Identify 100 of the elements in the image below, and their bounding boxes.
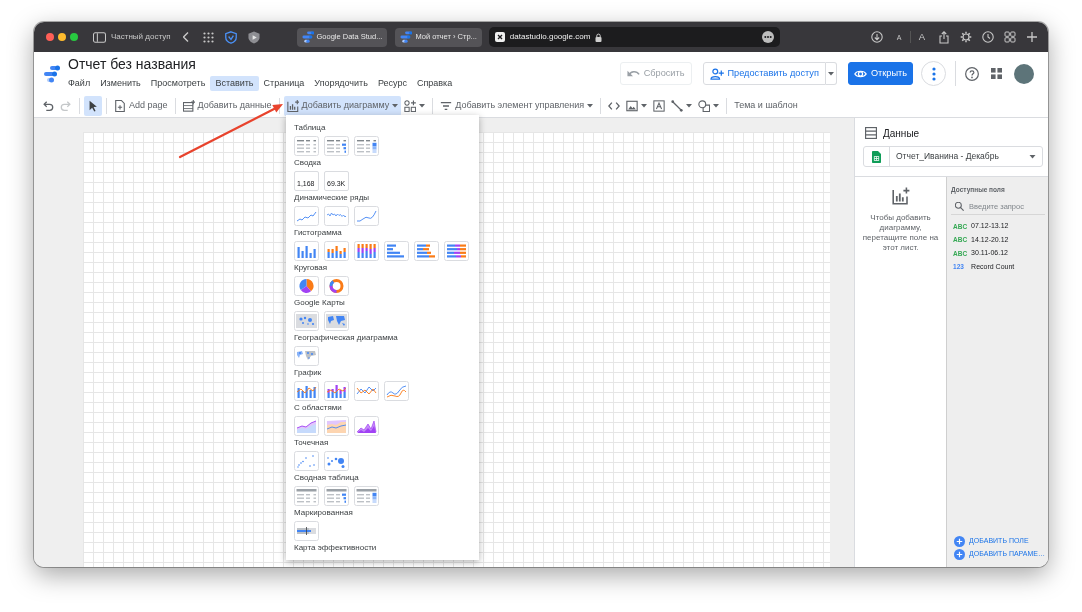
smooth-line-chart-icon[interactable]	[384, 381, 409, 401]
add-control-button[interactable]: Добавить элемент управления	[437, 96, 597, 116]
back-icon[interactable]	[182, 32, 189, 42]
close-button[interactable]	[46, 33, 54, 41]
avatar-placeholder[interactable]	[1014, 63, 1034, 84]
share-button[interactable]: Предоставить доступ	[702, 62, 826, 85]
menu-item[interactable]: Файл	[63, 76, 96, 91]
filled-map-icon[interactable]	[324, 311, 349, 331]
theme-button[interactable]: Тема и шаблон	[731, 96, 801, 116]
chart-add-icon	[891, 187, 910, 205]
line-icon	[671, 100, 684, 112]
more-vert-icon	[931, 66, 936, 81]
empty-canvas-hint: Чтобы добавить диаграмму, перетащите поле на этот лист.	[861, 213, 940, 253]
text-box-icon	[653, 100, 666, 112]
caret-icon	[713, 104, 720, 108]
caret-icon	[587, 104, 594, 108]
plus-icon[interactable]	[1026, 31, 1038, 43]
tabs-grid-icon[interactable]	[1004, 31, 1016, 43]
help-icon[interactable]	[965, 66, 979, 81]
stacked-column-chart-icon[interactable]	[324, 241, 349, 261]
stacked-area-chart-icon[interactable]	[324, 416, 349, 436]
world-map-icon[interactable]	[294, 346, 319, 366]
sidebar-icon[interactable]	[93, 31, 106, 43]
pivot-table-bars-icon[interactable]	[324, 486, 349, 506]
menu-item[interactable]: Страница	[258, 76, 310, 91]
menu-item[interactable]: Просмотреть	[145, 76, 211, 91]
bubble-chart-icon[interactable]	[324, 451, 349, 471]
menu-item[interactable]: Упорядочить	[309, 76, 373, 91]
person-add-icon	[709, 67, 724, 80]
area-chart-icon[interactable]	[294, 416, 319, 436]
bullet-chart-icon[interactable]	[294, 521, 319, 541]
search-icon	[955, 201, 965, 211]
caret-icon	[1029, 154, 1036, 159]
menu-item[interactable]: Изменить	[95, 76, 146, 91]
filter-icon	[440, 100, 453, 112]
caret-icon	[686, 104, 693, 108]
pie-chart-icon[interactable]	[294, 276, 319, 296]
menu-section-label: С областями	[294, 403, 343, 413]
full-stacked-bar-chart-icon[interactable]	[444, 241, 469, 261]
page-plus-icon	[114, 100, 126, 112]
stacked-combo-chart-icon[interactable]	[324, 381, 349, 401]
zoom-button[interactable]	[70, 33, 78, 41]
menu-section-label: Google Карты	[294, 298, 346, 308]
more-icon[interactable]	[761, 31, 774, 43]
data-source-select[interactable]: Отчет_Иванина - Декабрь	[863, 146, 1043, 167]
chart-plus-icon	[286, 100, 299, 112]
settings-icon[interactable]	[960, 31, 972, 43]
grid-icon[interactable]	[202, 31, 214, 43]
stacked-bar-chart-icon[interactable]	[414, 241, 439, 261]
line-chart-icon[interactable]	[354, 381, 379, 401]
tab-logo-icon	[400, 31, 413, 43]
column-chart-icon[interactable]	[294, 241, 319, 261]
shield-icon[interactable]	[247, 30, 260, 44]
undo-icon	[626, 68, 640, 79]
text-larger-button[interactable]: A	[916, 32, 928, 42]
full-stacked-column-chart-icon[interactable]	[354, 241, 379, 261]
bubble-map-icon[interactable]	[294, 311, 319, 331]
image-icon	[626, 100, 639, 112]
add-data-button[interactable]: Добавить данные	[179, 96, 275, 116]
table-bars-chart-icon[interactable]	[324, 136, 349, 156]
share-icon[interactable]	[938, 30, 950, 44]
history-icon[interactable]	[982, 31, 994, 43]
menu-item[interactable]: Ресурс	[372, 76, 412, 91]
menu-section-label: Динамические ряды	[294, 193, 371, 203]
table-plus-icon	[182, 100, 195, 112]
report-title[interactable]: Отчет без названия	[68, 56, 458, 73]
minimize-button[interactable]	[58, 33, 66, 41]
panel-title: Данные	[883, 126, 920, 141]
apps-icon[interactable]	[991, 68, 1002, 79]
table-icon	[865, 127, 877, 139]
full-stacked-area-chart-icon[interactable]	[354, 416, 379, 436]
redo-icon	[60, 100, 72, 112]
menu-section-label: Маркированная	[294, 508, 354, 518]
add-page-button[interactable]: Add page	[111, 96, 171, 116]
view-button[interactable]: Открыть	[847, 62, 913, 85]
line-chart-icon[interactable]	[294, 206, 319, 226]
select-tool-button[interactable]	[84, 96, 102, 116]
add-chart-button[interactable]: Добавить диаграмму	[283, 96, 402, 116]
menu-item[interactable]: Вставить	[210, 76, 259, 91]
menu-section-label: Сводная таблица	[294, 473, 360, 483]
donut-chart-icon[interactable]	[324, 276, 349, 296]
private-mode-label: Частный доступ	[111, 31, 171, 43]
pivot-table-icon[interactable]	[294, 486, 319, 506]
menu-section-label: Карта эффективности	[294, 543, 378, 553]
address-bar[interactable]: datastudio.google.com	[488, 27, 780, 47]
combo-chart-icon[interactable]	[294, 381, 319, 401]
caret-icon	[641, 104, 648, 108]
shapes-plus-icon	[404, 100, 417, 112]
spreadsheet-icon	[872, 150, 881, 163]
download-icon[interactable]	[871, 31, 883, 43]
undo-icon	[42, 100, 54, 112]
table-chart-icon[interactable]	[294, 136, 319, 156]
menu-section-label: Гистограмма	[294, 228, 343, 238]
pivot-table-heatmap-icon[interactable]	[354, 486, 379, 506]
app-logo-icon[interactable]	[43, 64, 61, 83]
bar-chart-icon[interactable]	[384, 241, 409, 261]
share-options-button[interactable]	[825, 62, 837, 85]
menu-item[interactable]: Справка	[411, 76, 458, 91]
table-heatmap-icon[interactable]	[354, 136, 379, 156]
menu-section-label: График	[294, 368, 323, 378]
